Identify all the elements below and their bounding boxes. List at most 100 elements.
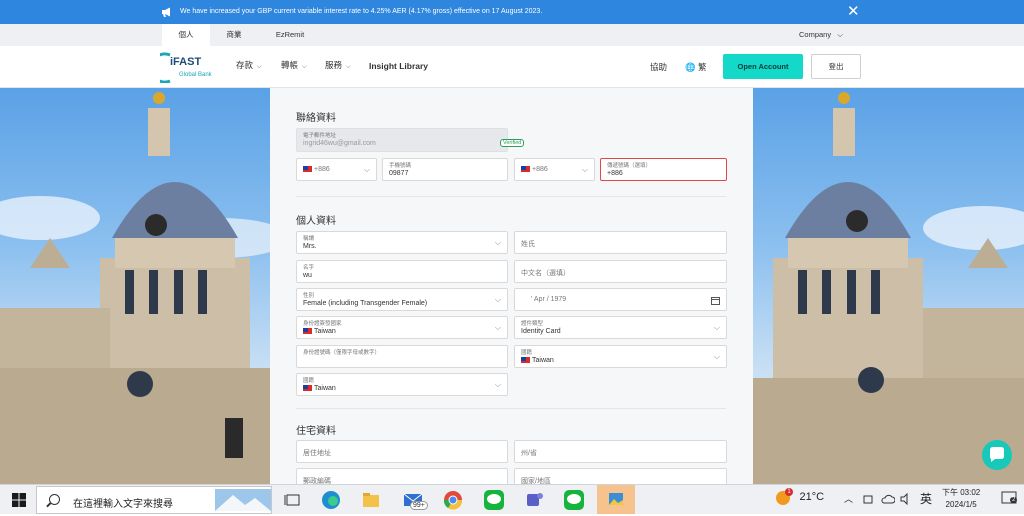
language-switch[interactable]: 🌐 繁 bbox=[685, 61, 706, 73]
chevron-down-icon: ⌵ bbox=[346, 64, 351, 70]
id-number-input[interactable]: 身份證號碼（僅限字母或數字） bbox=[296, 345, 508, 368]
meeting-icon[interactable] bbox=[862, 493, 874, 505]
nationality-value: Taiwan bbox=[521, 357, 554, 364]
verified-badge: Verified bbox=[500, 139, 525, 147]
section-divider bbox=[296, 196, 726, 197]
chat-icon bbox=[990, 447, 1004, 462]
tab-personal[interactable]: 個人 bbox=[162, 24, 210, 46]
main-nav: iFAST Global Bank 存款 ⌵ 轉帳 ⌵ 服務 ⌵ Insight Li… bbox=[0, 46, 1024, 88]
birth-country-value: Taiwan bbox=[303, 385, 336, 392]
taiwan-flag-icon bbox=[521, 166, 530, 173]
nav-services-label: 服務 bbox=[325, 60, 343, 70]
tab-business[interactable]: 商業 bbox=[214, 24, 254, 46]
given-name-input[interactable]: 名字 wu bbox=[296, 260, 508, 283]
salutation-value: Mrs. bbox=[303, 243, 317, 250]
teams-app-icon[interactable] bbox=[523, 489, 545, 511]
state-input[interactable]: 州/省 bbox=[514, 440, 727, 463]
chevron-down-icon: ⌵ bbox=[581, 165, 588, 174]
edge-browser-icon[interactable] bbox=[320, 489, 342, 511]
nav-services[interactable]: 服務 ⌵ bbox=[325, 59, 351, 71]
residential-address-input[interactable]: 居住地址 bbox=[296, 440, 508, 463]
id-type-value: Identity Card bbox=[521, 328, 561, 335]
nav-transfer[interactable]: 轉帳 ⌵ bbox=[281, 59, 307, 71]
banner-message: We have increased your GBP current varia… bbox=[180, 8, 543, 15]
chevron-down-icon: ⌵ bbox=[302, 64, 307, 70]
nav-deposit-label: 存款 bbox=[236, 60, 254, 70]
id-issuing-country-select[interactable]: 身份證簽發國家 Taiwan ⌵ bbox=[296, 316, 508, 339]
id-type-select[interactable]: 證件類型 Identity Card ⌵ bbox=[514, 316, 727, 339]
ime-indicator[interactable]: 英 bbox=[920, 490, 932, 507]
given-name-value: wu bbox=[303, 272, 312, 279]
mobile-value: 09877 bbox=[389, 170, 409, 177]
fax-label: 傳遞號碼（選填） bbox=[607, 163, 652, 169]
file-explorer-icon[interactable] bbox=[360, 489, 382, 511]
gender-select[interactable]: 性別 Female (including Transgender Female)… bbox=[296, 288, 508, 311]
nationality-select[interactable]: 國籍 Taiwan ⌵ bbox=[514, 345, 727, 368]
language-label: 繁 bbox=[697, 62, 707, 72]
taiwan-flag-icon bbox=[303, 166, 312, 173]
nav-deposit[interactable]: 存款 ⌵ bbox=[236, 59, 262, 71]
notification-center[interactable]: 2 bbox=[1001, 490, 1018, 508]
volume-icon[interactable] bbox=[900, 493, 912, 505]
search-highlight-mountain-icon bbox=[215, 489, 271, 511]
megaphone-icon bbox=[162, 7, 170, 17]
system-clock[interactable]: 下午 03:02 2024/1/5 bbox=[942, 487, 980, 511]
taiwan-flag-icon bbox=[303, 385, 312, 392]
email-value: ingrid46wu@gmail.com bbox=[303, 140, 376, 147]
chat-widget-button[interactable] bbox=[982, 440, 1012, 470]
task-view-icon[interactable] bbox=[282, 489, 304, 511]
mobile-number-input[interactable]: 手機號碼 09877 bbox=[382, 158, 508, 181]
nationality-label: 國籍 bbox=[521, 350, 533, 356]
fax-value: +886 bbox=[607, 170, 623, 177]
line-app-icon[interactable] bbox=[483, 489, 505, 511]
birth-country-select[interactable]: 國籍 Taiwan ⌵ bbox=[296, 373, 508, 396]
windows-start-icon[interactable] bbox=[12, 493, 26, 507]
taiwan-flag-icon bbox=[521, 357, 530, 364]
company-dropdown[interactable]: Company ⌵ bbox=[799, 24, 843, 46]
close-icon[interactable]: ✕ bbox=[847, 4, 860, 19]
chevron-up-icon[interactable]: ︿ bbox=[844, 492, 853, 505]
help-link[interactable]: 協助 bbox=[650, 61, 667, 73]
logo-text: iFAST bbox=[170, 56, 202, 68]
email-label: 電子郵件地址 bbox=[303, 133, 337, 139]
chevron-down-icon: ⌵ bbox=[494, 380, 501, 389]
chevron-down-icon: ⌵ bbox=[494, 295, 501, 304]
windows-taskbar: 在這裡輸入文字來搜尋 99+ 1 21°C ︿ 英 下午 03:02 2024/… bbox=[0, 484, 1024, 514]
temperature: 21°C bbox=[799, 491, 825, 504]
chrome-browser-icon[interactable] bbox=[442, 489, 464, 511]
chevron-down-icon: ⌵ bbox=[494, 238, 501, 247]
fax-number-input[interactable]: 傳遞號碼（選填） +886 bbox=[600, 158, 727, 181]
chevron-down-icon: ⌵ bbox=[494, 323, 501, 332]
calendar-icon[interactable] bbox=[711, 296, 720, 305]
weather-widget[interactable]: 1 21°C bbox=[775, 488, 825, 506]
open-account-button[interactable]: Open Account bbox=[723, 54, 803, 79]
chevron-down-icon: ⌵ bbox=[363, 165, 370, 174]
search-icon bbox=[49, 494, 60, 505]
dob-value: ' Apr / 1979 bbox=[531, 296, 567, 303]
fax-country-code-select[interactable]: +886 ⌵ bbox=[514, 158, 595, 181]
salutation-select[interactable]: 稱謂 Mrs. ⌵ bbox=[296, 231, 508, 254]
chinese-name-input[interactable]: 中文名（選填） bbox=[514, 260, 727, 283]
taskbar-search-box[interactable]: 在這裡輸入文字來搜尋 bbox=[36, 486, 272, 514]
chevron-down-icon: ⌵ bbox=[713, 352, 720, 361]
announcement-banner: We have increased your GBP current varia… bbox=[0, 0, 1024, 24]
mobile-country-code-select[interactable]: +886 ⌵ bbox=[296, 158, 377, 181]
segment-nav: 個人 商業 EzRemit Company ⌵ bbox=[0, 24, 1024, 46]
chevron-down-icon: ⌵ bbox=[257, 64, 262, 70]
mail-app-icon[interactable]: 99+ bbox=[402, 489, 428, 511]
surname-input[interactable]: 姓氏 bbox=[514, 231, 727, 254]
tab-ezremit[interactable]: EzRemit bbox=[266, 24, 314, 46]
section-divider bbox=[296, 408, 726, 409]
id-number-label: 身份證號碼（僅限字母或數字） bbox=[303, 350, 381, 356]
salutation-label: 稱謂 bbox=[303, 236, 315, 242]
gender-label: 性別 bbox=[303, 293, 315, 299]
onedrive-cloud-icon[interactable] bbox=[881, 493, 895, 505]
section-title-residential: 住宅資料 bbox=[296, 426, 336, 437]
logout-button[interactable]: 登出 bbox=[811, 54, 861, 79]
active-app-highlight[interactable] bbox=[597, 485, 635, 514]
date-of-birth-input[interactable]: ' Apr / 1979 bbox=[514, 288, 727, 311]
state-placeholder: 州/省 bbox=[521, 450, 537, 457]
line-app-icon[interactable] bbox=[563, 489, 585, 511]
building-illustration-left bbox=[0, 92, 270, 484]
nav-insight-library[interactable]: Insight Library bbox=[369, 61, 428, 71]
